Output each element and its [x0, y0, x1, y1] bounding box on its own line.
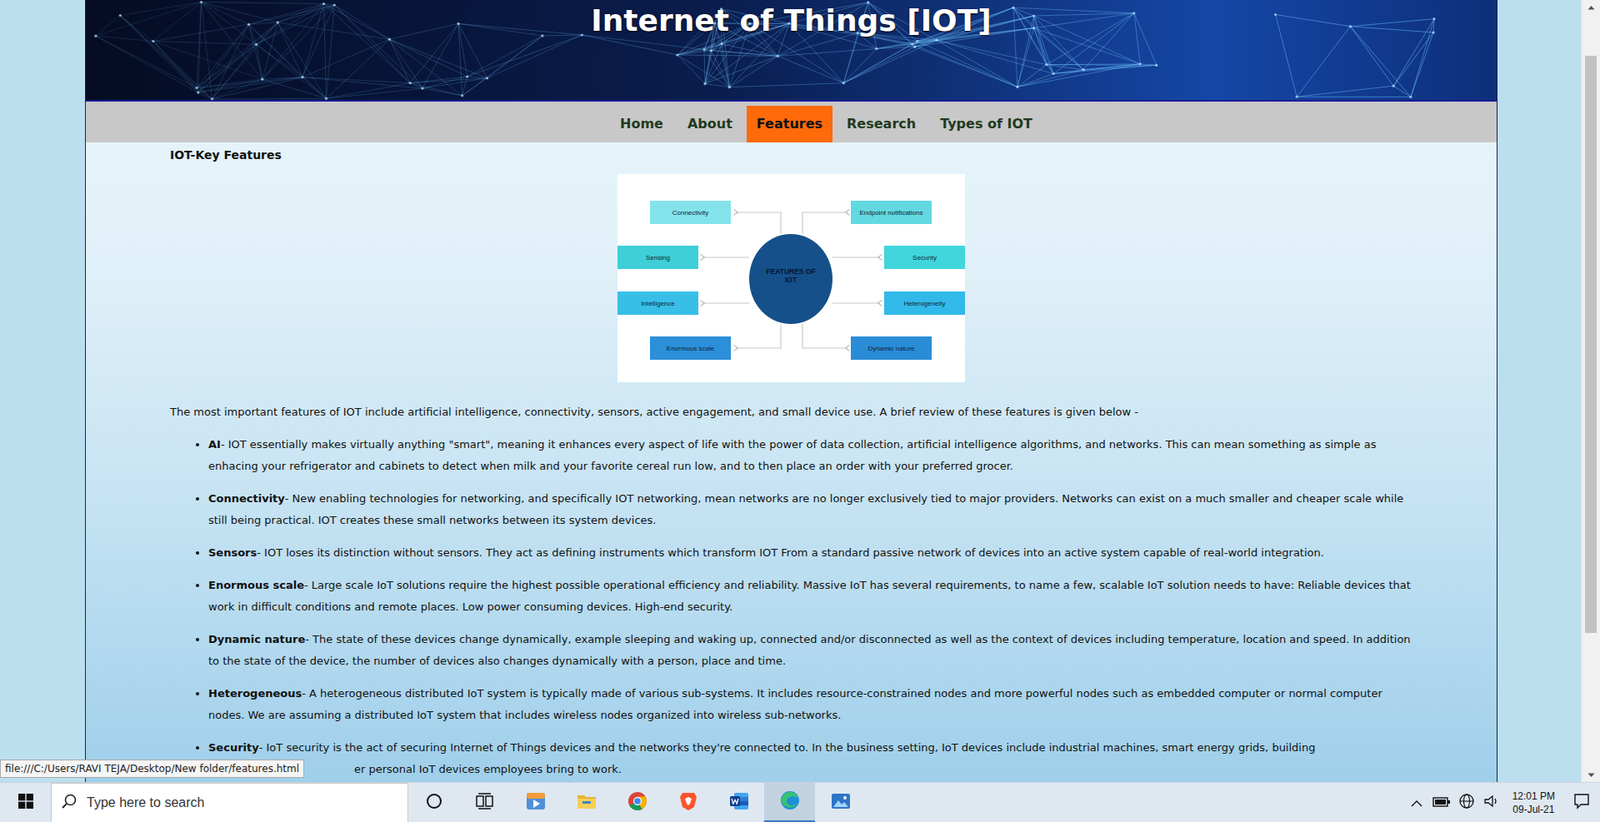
media-icon: [525, 790, 547, 816]
feature-item: Security- IoT security is the act of sec…: [208, 737, 1413, 781]
taskbar-app[interactable]: [713, 783, 765, 822]
feature-item: Dynamic nature- The state of these devic…: [208, 629, 1413, 673]
search-icon: [61, 794, 77, 813]
chrome-icon: [626, 790, 649, 816]
site-title: Internet of Things [IOT]: [85, 0, 1497, 40]
volume-icon: [1483, 794, 1500, 813]
globe-icon: [1458, 793, 1475, 814]
tray-button[interactable]: [1479, 783, 1505, 822]
photos-icon: [830, 790, 852, 816]
diagram-node-label: Dynamic nature: [867, 345, 915, 353]
word-icon: [728, 790, 750, 816]
clock-date: 09-Jul-21: [1512, 803, 1555, 817]
diagram-node-label: Endpoint notifications: [859, 209, 923, 217]
cortana-button[interactable]: [408, 783, 460, 822]
nav-link[interactable]: About: [677, 105, 743, 143]
diagram-node: Endpoint notifications: [850, 200, 932, 225]
task-view-button[interactable]: [459, 783, 510, 822]
scroll-up-icon[interactable]: [1581, 0, 1600, 15]
feature-item: AI- IOT essentially makes virtually anyt…: [208, 434, 1413, 478]
feature-term: Enormous scale: [208, 579, 305, 592]
feature-term: Dynamic nature: [208, 633, 305, 646]
feature-term: Sensors: [208, 546, 257, 560]
notifications-button[interactable]: [1563, 783, 1600, 822]
tray-button[interactable]: [1404, 783, 1430, 822]
feature-item: Sensors- IOT loses its distinction witho…: [208, 542, 1413, 565]
task-view-icon: [475, 793, 495, 814]
taskbar-app[interactable]: [815, 783, 866, 822]
clock-time: 12:01 PM: [1512, 790, 1555, 804]
diagram-node-label: Security: [912, 254, 937, 262]
explorer-icon: [575, 790, 598, 816]
feature-text: - IoT security is the act of securing In…: [259, 741, 1316, 755]
cortana-icon: [425, 793, 443, 814]
section-heading: IOT-Key Features: [170, 142, 1413, 163]
scroll-down-icon[interactable]: [1581, 768, 1600, 783]
windows-logo-icon: [18, 794, 34, 813]
battery-icon: [1432, 795, 1451, 812]
page-container: Internet of Things [IOT] HomeAboutFeature…: [85, 0, 1498, 783]
diagram-node-label: Intelligence: [640, 300, 675, 308]
tray-button[interactable]: [1454, 783, 1480, 822]
nav-link[interactable]: Types of IOT: [930, 105, 1043, 143]
taskbar-app[interactable]: [560, 783, 612, 822]
diagram-node: Connectivity: [650, 200, 731, 225]
taskbar: Type here to search 12:01 PM09-Jul-21: [0, 782, 1600, 822]
feature-term: Security: [208, 741, 260, 755]
feature-item: Connectivity- New enabling technologies …: [208, 488, 1413, 532]
browser-viewport: Internet of Things [IOT] HomeAboutFeature…: [0, 0, 1600, 783]
nav-link[interactable]: Features: [746, 105, 833, 143]
diagram-node: Dynamic nature: [850, 336, 932, 360]
feature-text: - A heterogeneous distributed IoT system…: [208, 687, 1383, 722]
header-banner: Internet of Things [IOT]: [85, 0, 1497, 102]
web-page: Internet of Things [IOT] HomeAboutFeature…: [0, 0, 1581, 783]
status-tooltip: file:///C:/Users/RAVI TEJA/Desktop/New f…: [0, 760, 305, 779]
feature-text-tail: er personal IoT devices employees bring …: [208, 759, 1413, 781]
feature-text: - New enabling technologies for networki…: [208, 492, 1404, 527]
tray-button[interactable]: [1429, 783, 1455, 822]
feature-item: Enormous scale- Large scale IoT solution…: [208, 575, 1413, 619]
taskbar-app[interactable]: [510, 783, 561, 822]
taskbar-app[interactable]: [611, 783, 663, 822]
diagram-node: Intelligence: [617, 291, 699, 315]
taskbar-app[interactable]: [764, 783, 815, 822]
diagram-node-label: Heterogeneity: [904, 300, 946, 308]
diagram-center-label: FEATURES OF IOT: [763, 267, 819, 285]
feature-text: - The state of these devices change dyna…: [208, 633, 1411, 668]
content: IOT-Key Features Connectivity Sensing Intel…: [85, 142, 1497, 781]
features-diagram: Connectivity Sensing Intelligence Enormous …: [617, 174, 965, 383]
brave-icon: [677, 790, 700, 816]
taskbar-app[interactable]: [662, 783, 714, 822]
feature-term: Connectivity: [208, 492, 285, 505]
diagram-node: Heterogeneity: [884, 291, 965, 315]
scrollbar-thumb[interactable]: [1585, 55, 1597, 634]
feature-item: Heterogeneous- A heterogeneous distribut…: [208, 683, 1413, 727]
feature-term: AI: [208, 438, 221, 451]
search-placeholder: Type here to search: [86, 795, 205, 811]
diagram-node-label: Sensing: [645, 254, 670, 262]
feature-text: - Large scale IoT solutions require the …: [208, 579, 1411, 614]
diagram-node: Enormous scale: [650, 336, 731, 360]
edge-icon: [779, 790, 801, 815]
diagram-node-label: Enormous scale: [666, 345, 715, 353]
nav-link[interactable]: Home: [610, 105, 674, 143]
feature-text: - IOT loses its distinction without sens…: [256, 546, 1325, 560]
start-button[interactable]: [0, 783, 51, 822]
feature-list: AI- IOT essentially makes virtually anyt…: [170, 434, 1413, 781]
feature-text: - IOT essentially makes virtually anythi…: [208, 438, 1376, 473]
diagram-node: Security: [884, 245, 965, 270]
taskbar-clock[interactable]: 12:01 PM09-Jul-21: [1504, 790, 1564, 817]
nav-bar: HomeAboutFeaturesResearchTypes of IOT: [85, 101, 1497, 143]
intro-paragraph: The most important features of IOT inclu…: [170, 401, 1413, 424]
feature-term: Heterogeneous: [208, 687, 302, 700]
chevron-up-icon: [1410, 795, 1423, 812]
diagram-node: Sensing: [617, 245, 699, 270]
scrollbar[interactable]: [1580, 0, 1600, 783]
notification-icon: [1573, 793, 1590, 814]
taskbar-search[interactable]: Type here to search: [50, 783, 409, 822]
diagram-node-label: Connectivity: [672, 209, 710, 217]
nav-link[interactable]: Research: [836, 105, 926, 143]
